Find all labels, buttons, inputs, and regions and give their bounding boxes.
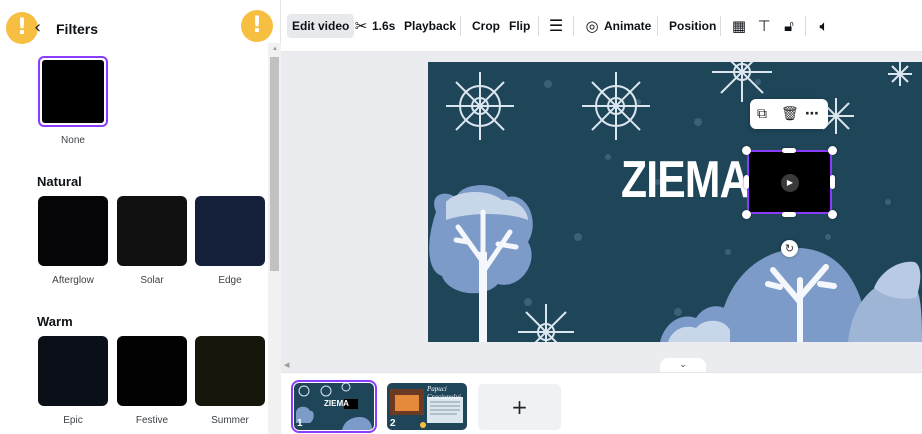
filter-label: Epic bbox=[63, 415, 83, 426]
trash-icon[interactable]: 🗑︎ bbox=[781, 105, 799, 123]
resize-handle[interactable] bbox=[742, 210, 751, 219]
page-number: 1 bbox=[297, 418, 303, 429]
chevron-down-icon[interactable]: ⌄ bbox=[660, 358, 706, 372]
tree-right bbox=[660, 248, 922, 342]
filter-solar[interactable] bbox=[117, 196, 187, 266]
playback-button[interactable]: Playback bbox=[404, 14, 456, 38]
resize-handle[interactable] bbox=[782, 212, 796, 217]
slide-title-text[interactable]: ZIEMA bbox=[621, 150, 750, 210]
slide-canvas[interactable]: ZIEMA bbox=[428, 62, 922, 342]
filter-label: Festive bbox=[135, 415, 169, 426]
filter-label: Solar bbox=[140, 275, 164, 286]
thumbnail-title: Papuci Craciunului bbox=[427, 385, 461, 401]
page-number: 2 bbox=[390, 418, 396, 429]
filter-label: None bbox=[61, 135, 85, 146]
filters-panel: ‹ Filters None Natural Afterglow Solar E… bbox=[0, 0, 281, 434]
filter-label: Edge bbox=[218, 275, 242, 286]
panel-scrollbar-thumb[interactable] bbox=[270, 57, 279, 271]
filter-summer[interactable] bbox=[195, 336, 265, 406]
animate-icon[interactable]: ◎ bbox=[583, 14, 601, 38]
rotate-icon[interactable]: ↻ bbox=[781, 240, 798, 257]
add-page-button[interactable]: + bbox=[478, 384, 561, 430]
filter-afterglow[interactable] bbox=[38, 196, 108, 266]
filter-none[interactable] bbox=[38, 56, 108, 127]
chevron-left-icon[interactable]: ‹ bbox=[34, 19, 41, 37]
thumbnail-title: ZIEMA bbox=[324, 399, 349, 408]
toolbar-divider bbox=[720, 16, 721, 36]
warning-icon bbox=[241, 10, 273, 42]
crop-button[interactable]: Crop bbox=[472, 14, 500, 38]
resize-handle[interactable] bbox=[828, 146, 837, 155]
flip-button[interactable]: Flip bbox=[509, 14, 530, 38]
scroll-up-arrow-icon[interactable]: ▲ bbox=[272, 46, 278, 52]
scissors-icon[interactable]: ✂ bbox=[352, 14, 370, 38]
toolbar-divider bbox=[460, 16, 461, 36]
resize-handle[interactable] bbox=[782, 148, 796, 153]
filter-label: Afterglow bbox=[52, 275, 94, 286]
position-button[interactable]: Position bbox=[669, 14, 716, 38]
resize-handle[interactable] bbox=[742, 146, 751, 155]
video-element[interactable]: ▶ bbox=[747, 150, 832, 214]
duplicate-icon[interactable]: ⧉ bbox=[757, 105, 767, 123]
play-icon[interactable]: ▶ bbox=[781, 174, 799, 192]
animate-button[interactable]: Animate bbox=[604, 14, 651, 38]
paint-roller-icon[interactable]: ⊤ bbox=[754, 14, 774, 38]
filter-edge[interactable] bbox=[195, 196, 265, 266]
element-action-bar: ⧉ 🗑︎ ⋯ bbox=[750, 99, 828, 129]
toolbar-divider bbox=[573, 16, 574, 36]
lock-icon[interactable]: 🔓︎ bbox=[779, 14, 799, 38]
duration-button[interactable]: 1.6s bbox=[372, 14, 395, 38]
page-thumbnail-1[interactable]: ZIEMA 1 bbox=[291, 380, 377, 433]
volume-icon[interactable]: 🔈︎ bbox=[814, 14, 834, 38]
section-heading-natural: Natural bbox=[37, 174, 82, 189]
filter-epic[interactable] bbox=[38, 336, 108, 406]
tree-left bbox=[429, 185, 533, 342]
pages-strip bbox=[281, 372, 922, 434]
page-thumbnail-2[interactable]: Papuci Craciunului 2 bbox=[387, 383, 467, 430]
toolbar-divider bbox=[805, 16, 806, 36]
filter-label: Summer bbox=[211, 415, 249, 426]
more-icon[interactable]: ⋯ bbox=[805, 105, 819, 123]
filter-none-swatch bbox=[42, 60, 104, 123]
section-heading-warm: Warm bbox=[37, 314, 73, 329]
filter-festive[interactable] bbox=[117, 336, 187, 406]
edit-video-button[interactable]: Edit video bbox=[287, 14, 355, 38]
resize-handle[interactable] bbox=[744, 175, 749, 189]
border-style-icon[interactable]: ☰ bbox=[546, 14, 566, 38]
panel-title: Filters bbox=[56, 21, 99, 37]
scroll-left-arrow-icon[interactable]: ◀ bbox=[284, 361, 289, 369]
resize-handle[interactable] bbox=[830, 175, 835, 189]
transparency-icon[interactable]: ▦ bbox=[729, 14, 749, 38]
toolbar-divider bbox=[538, 16, 539, 36]
resize-handle[interactable] bbox=[828, 210, 837, 219]
toolbar-divider bbox=[657, 16, 658, 36]
panel-header: ‹ Filters bbox=[0, 0, 268, 56]
